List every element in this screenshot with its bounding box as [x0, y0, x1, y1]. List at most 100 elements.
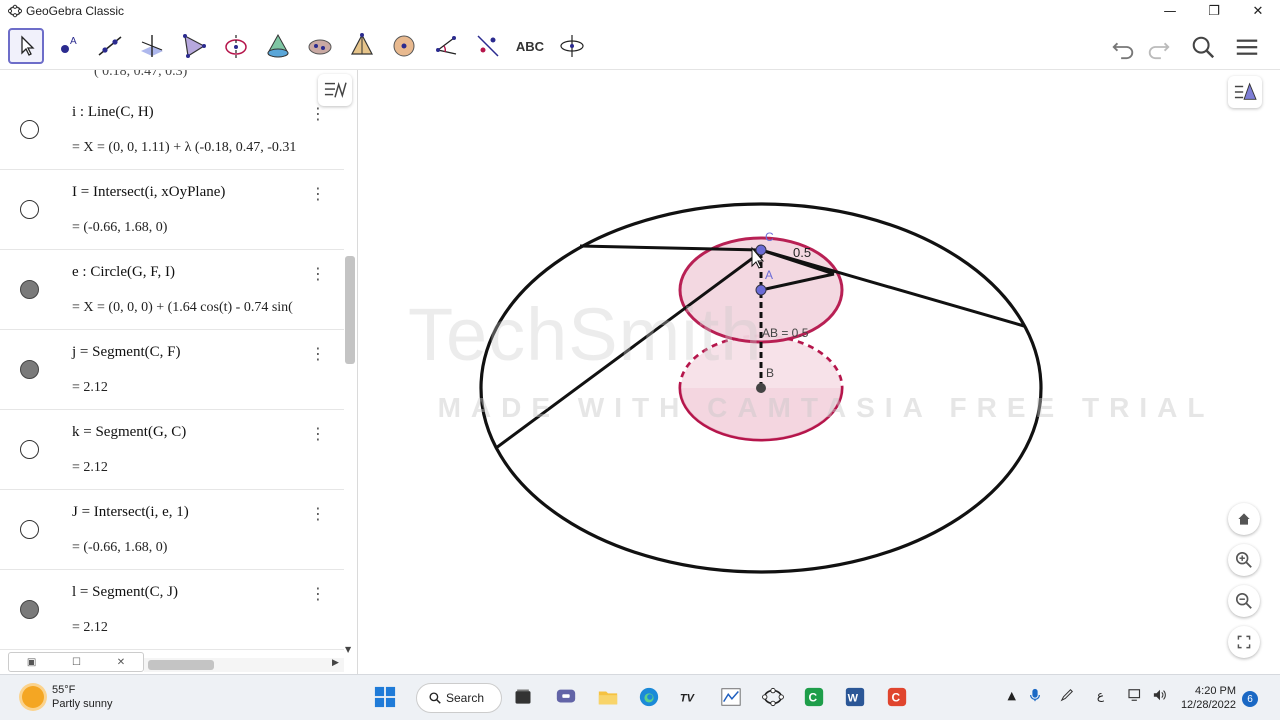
scroll-down-arrow-icon[interactable]: ▼	[345, 645, 351, 654]
volume-icon[interactable]	[1152, 687, 1168, 706]
graphics-style-bar-toggle[interactable]	[1228, 76, 1262, 108]
sphere-tool-button[interactable]	[386, 28, 422, 64]
zoom-out-icon	[1235, 592, 1252, 609]
redo-button[interactable]	[1144, 32, 1174, 62]
calculator-icon: TV	[680, 693, 696, 705]
search-button[interactable]	[1188, 32, 1218, 62]
clock[interactable]: 4:20 PM 12/28/2022	[1181, 684, 1236, 712]
more-options-icon[interactable]: ⋮	[310, 584, 326, 603]
algebra-row[interactable]: i : Line(C, H) = X = (0, 0, 1.11) + λ (-0…	[0, 90, 344, 170]
algebra-row[interactable]: j = Segment(C, F) = 2.12 ⋮	[0, 330, 344, 410]
task-view-button[interactable]	[510, 684, 536, 710]
algebra-row[interactable]: I = Intersect(i, xOyPlane) = (-0.66, 1.68…	[0, 170, 344, 250]
polygon-tool-button[interactable]	[176, 28, 212, 64]
algebra-definition[interactable]: k = Segment(G, C)	[72, 424, 186, 441]
algebra-value: = (-0.66, 1.68, 0)	[72, 540, 168, 555]
network-icon[interactable]	[1128, 687, 1144, 706]
start-button[interactable]	[372, 684, 398, 710]
algebra-vertical-scrollbar[interactable]	[345, 256, 355, 364]
visibility-toggle[interactable]	[20, 520, 39, 539]
restore-icon[interactable]: ☐	[72, 657, 81, 668]
visibility-toggle[interactable]	[20, 120, 39, 139]
recorder-icon[interactable]: ▣	[27, 657, 36, 668]
text-tool-button[interactable]: ABC	[512, 28, 548, 64]
algebra-definition[interactable]: J = Intersect(i, e, 1)	[72, 504, 189, 521]
geogebra-taskbar-button[interactable]	[760, 684, 786, 710]
algebra-definition[interactable]: i : Line(C, H)	[72, 104, 154, 121]
perpendicular-tool-button[interactable]	[134, 28, 170, 64]
graph-app-button[interactable]	[718, 684, 744, 710]
camtasia-recorder-button[interactable]: C	[884, 684, 910, 710]
more-options-icon[interactable]: ⋮	[310, 184, 326, 203]
visibility-toggle[interactable]	[20, 360, 39, 379]
fullscreen-button[interactable]	[1228, 626, 1260, 658]
close-window-button[interactable]: ✕	[1236, 0, 1280, 22]
teams-chat-button[interactable]	[553, 684, 579, 710]
close-icon[interactable]: ✕	[117, 657, 125, 668]
graphics-3d-view[interactable]: C A B 0.5 AB = 0.5 TechSmith MADE WITH C…	[358, 70, 1280, 674]
pen-icon[interactable]	[1060, 687, 1074, 706]
minimize-button[interactable]: —	[1148, 0, 1192, 22]
folder-icon	[598, 691, 618, 705]
word-button[interactable]: W	[842, 684, 868, 710]
windows-taskbar: 55°F Partly sunny Search TV C W C ▲ ع 4:…	[0, 674, 1280, 720]
angle-tool-button[interactable]	[428, 28, 464, 64]
visibility-toggle[interactable]	[20, 600, 39, 619]
edge-browser-button[interactable]	[636, 684, 662, 710]
zoom-out-button[interactable]	[1228, 585, 1260, 617]
label-b: B	[766, 366, 775, 380]
reflect-tool-button[interactable]	[470, 28, 506, 64]
algebra-value: = (-0.66, 1.68, 0)	[72, 220, 168, 235]
algebra-row[interactable]: k = Segment(G, C) = 2.12 ⋮	[0, 410, 344, 490]
algebra-value: = 2.12	[72, 460, 108, 475]
maximize-button[interactable]: ❐	[1192, 0, 1236, 22]
techsmith-watermark: TechSmith	[408, 293, 763, 376]
more-options-icon[interactable]: ⋮	[310, 104, 326, 123]
algebra-definition[interactable]: e : Circle(G, F, I)	[72, 264, 175, 281]
hamburger-menu-icon	[1236, 39, 1258, 55]
line-tool-button[interactable]	[92, 28, 128, 64]
move-tool-button[interactable]	[8, 28, 44, 64]
point-c[interactable]	[755, 244, 767, 256]
calculator-app-button[interactable]: TV	[677, 684, 703, 710]
label-c: C	[765, 230, 774, 244]
microphone-icon[interactable]	[1028, 687, 1042, 706]
more-options-icon[interactable]: ⋮	[310, 424, 326, 443]
algebra-definition[interactable]: j = Segment(C, F)	[72, 344, 180, 361]
algebra-value: = 2.12	[72, 620, 108, 635]
visibility-toggle[interactable]	[20, 200, 39, 219]
algebra-row[interactable]: l = Segment(C, J) = 2.12 ⋮	[0, 570, 344, 650]
main-menu-button[interactable]	[1232, 32, 1262, 62]
zoom-in-button[interactable]	[1228, 544, 1260, 576]
visibility-toggle[interactable]	[20, 440, 39, 459]
algebra-row[interactable]: e : Circle(G, F, I) = X = (0, 0, 0) + (1.…	[0, 250, 344, 330]
weather-widget[interactable]: 55°F Partly sunny	[22, 683, 113, 711]
file-explorer-button[interactable]	[595, 684, 621, 710]
net-tool-button[interactable]	[302, 28, 338, 64]
chevron-up-icon[interactable]: ▲	[1008, 689, 1016, 702]
more-options-icon[interactable]: ⋮	[310, 344, 326, 363]
point-tool-button[interactable]: A	[50, 28, 86, 64]
scroll-right-arrow-icon[interactable]: ▶	[332, 658, 339, 668]
more-options-icon[interactable]: ⋮	[310, 264, 326, 283]
cone-icon	[267, 33, 289, 58]
partly-sunny-icon	[22, 686, 44, 708]
algebra-definition[interactable]: I = Intersect(i, xOyPlane)	[72, 184, 225, 201]
pyramid-tool-button[interactable]	[344, 28, 380, 64]
undo-button[interactable]	[1108, 32, 1138, 62]
notification-badge[interactable]: 6	[1242, 691, 1258, 707]
algebra-horizontal-scrollbar[interactable]	[148, 660, 214, 670]
rotate-view-tool-button[interactable]	[554, 28, 590, 64]
more-options-icon[interactable]: ⋮	[310, 504, 326, 523]
algebra-row[interactable]: J = Intersect(i, e, 1) = (-0.66, 1.68, 0)…	[0, 490, 344, 570]
visibility-toggle[interactable]	[20, 280, 39, 299]
algebra-definition[interactable]: l = Segment(C, J)	[72, 584, 178, 601]
taskbar-search[interactable]: Search	[416, 683, 502, 713]
circle-axis-tool-button[interactable]	[218, 28, 254, 64]
cone-tool-button[interactable]	[260, 28, 296, 64]
input-language[interactable]: ع	[1097, 688, 1104, 702]
home-view-button[interactable]	[1228, 503, 1260, 535]
camtasia-button[interactable]: C	[801, 684, 827, 710]
camtasia-watermark: MADE WITH CAMTASIA FREE TRIAL	[437, 392, 1215, 423]
recording-mini-toolbar: ▣ ☐ ✕	[8, 652, 144, 672]
